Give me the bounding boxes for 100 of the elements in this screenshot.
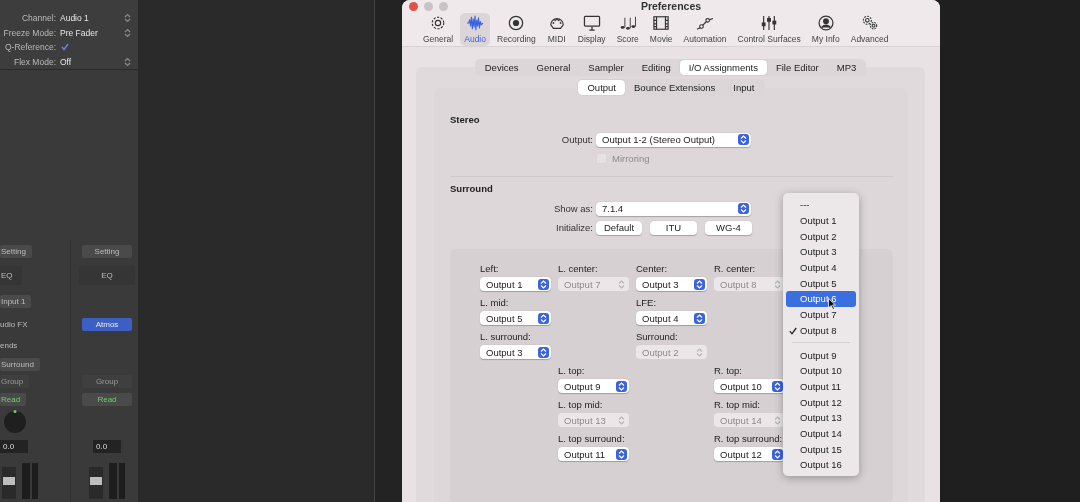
surround-button[interactable]: Surround [0, 358, 40, 371]
inspector-value[interactable]: Pre Fader [60, 27, 124, 38]
toolbar-tab[interactable]: General [419, 13, 458, 46]
inspector-label: Freeze Mode: [2, 27, 56, 38]
close-button[interactable] [409, 1, 418, 11]
speaker-label: Left: [480, 263, 500, 274]
toolbar-tab[interactable]: Audio [460, 13, 490, 46]
menu-item[interactable]: Output 7 [786, 306, 856, 323]
speaker-popup[interactable]: Output 10 [714, 379, 785, 393]
toolbar-tab[interactable]: Control Surfaces [733, 13, 805, 46]
automation-button[interactable]: Read [0, 393, 27, 406]
menu-item[interactable]: Output 10 [786, 362, 856, 379]
menu-item[interactable]: Output 8 [786, 322, 856, 339]
toolbar-tab[interactable]: MIDI [542, 13, 571, 46]
initialize-button[interactable]: WG-4 [705, 220, 752, 235]
tab[interactable]: Input [724, 80, 764, 95]
speaker-label: L. surround: [480, 331, 532, 342]
monitor-icon [581, 15, 602, 31]
insert-slot[interactable]: Atmos [82, 317, 132, 331]
insert-slot[interactable]: udio FX [0, 319, 28, 329]
output-popup[interactable]: Output 1-2 (Stereo Output) [596, 132, 751, 147]
stepper-icon [696, 313, 703, 323]
speaker-label: Surround: [636, 331, 679, 342]
menu-item[interactable]: Output 5 [786, 275, 856, 292]
speaker-popup[interactable]: Output 3 [636, 277, 707, 291]
section-heading: Stereo [450, 114, 481, 127]
eq-button[interactable]: EQ [0, 266, 22, 285]
menu-item[interactable]: Output 6 [786, 291, 856, 307]
tab[interactable]: Sampler [579, 60, 633, 75]
show-as-popup[interactable]: 7.1.4 [596, 201, 751, 216]
speaker-label: L. top: [558, 365, 586, 376]
toolbar-tab[interactable]: Recording [493, 13, 540, 46]
menu-item[interactable]: Output 14 [786, 425, 856, 442]
inspector-value[interactable]: Off [60, 56, 124, 67]
menu-item[interactable]: Output 12 [786, 394, 856, 410]
menu-item[interactable]: Output 11 [786, 378, 856, 395]
inspector-label: Channel: [20, 13, 56, 24]
checkbox-label: Mirroring [612, 153, 650, 164]
menu-item[interactable]: Output 1 [786, 212, 856, 229]
waveform-icon [465, 15, 486, 31]
speaker-popup[interactable]: Output 5 [480, 311, 551, 325]
group-button[interactable]: Group [82, 375, 132, 388]
stepper-icon[interactable] [124, 13, 131, 24]
toolbar-tab[interactable]: Advanced [846, 13, 893, 46]
tab[interactable]: Editing [632, 60, 680, 75]
eq-button[interactable]: EQ [79, 266, 135, 285]
initialize-button[interactable]: ITU [650, 220, 697, 235]
inspector-label: Flex Mode: [12, 56, 56, 67]
automation-button[interactable]: Read [82, 393, 132, 406]
toolbar-tab[interactable]: My Info [807, 13, 844, 46]
stepper-icon[interactable] [124, 56, 131, 67]
speaker-label: L. mid: [480, 297, 510, 308]
menu-item[interactable]: Output 13 [786, 409, 856, 426]
toolbar-tab[interactable]: Movie [645, 13, 677, 46]
setting-button[interactable]: Setting [82, 244, 132, 258]
toolbar-tab[interactable]: Display [573, 13, 610, 46]
menu-item[interactable]: Output 2 [786, 228, 856, 245]
curve-icon [695, 15, 716, 31]
setting-button[interactable]: Setting [0, 244, 32, 258]
inspector-label: Q-Reference: [3, 42, 56, 53]
menu-item[interactable]: --- [786, 197, 856, 213]
toolbar-tab[interactable]: Automation [679, 13, 731, 46]
sends-label[interactable]: ends [0, 341, 18, 350]
tab[interactable]: MP3 [827, 60, 866, 75]
field-label: Output: [560, 134, 594, 145]
fader-drawing[interactable] [0, 462, 40, 499]
speaker-popup[interactable]: Output 12 [714, 447, 785, 461]
menu-item[interactable]: Output 16 [786, 457, 856, 473]
speaker-popup[interactable]: Output 1 [480, 277, 551, 291]
speaker-popup[interactable]: Output 9 [558, 379, 629, 393]
input-slot[interactable]: Input 1 [0, 294, 32, 308]
tab[interactable]: Devices [475, 60, 528, 75]
stepper-icon [740, 204, 747, 213]
menu-item[interactable]: Output 9 [786, 347, 856, 363]
speaker-label: L. top mid: [558, 399, 604, 410]
tab[interactable]: Bounce Extensions [625, 80, 725, 95]
speaker-label: L. center: [558, 263, 599, 274]
tab[interactable]: Output [578, 80, 625, 95]
speaker-label: L. top surround: [558, 433, 626, 444]
stepper-icon[interactable] [124, 27, 131, 38]
speaker-popup[interactable]: Output 4 [636, 311, 707, 325]
stepper-icon [696, 347, 703, 357]
menu-item[interactable]: Output 3 [786, 244, 856, 260]
tab[interactable]: I/O Assignments [679, 60, 767, 75]
tab[interactable]: General [527, 60, 580, 75]
inspector-value[interactable]: Audio 1 [60, 13, 124, 24]
field-label: Initialize: [555, 222, 594, 233]
checkmark-icon[interactable] [61, 43, 69, 52]
stepper-icon [618, 381, 625, 391]
stepper-icon [774, 381, 781, 391]
speaker-popup[interactable]: Output 3 [480, 345, 551, 359]
group-button[interactable]: Group [0, 375, 30, 388]
menu-item[interactable]: Output 15 [786, 441, 856, 457]
tab[interactable]: File Editor [766, 60, 828, 75]
initialize-button[interactable]: Default [596, 220, 642, 235]
fader-drawing[interactable] [87, 462, 127, 499]
menu-item[interactable]: Output 4 [786, 259, 856, 276]
toolbar-tab[interactable]: Score [612, 13, 643, 46]
speaker-popup[interactable]: Output 11 [558, 447, 629, 461]
person-icon [815, 15, 836, 31]
